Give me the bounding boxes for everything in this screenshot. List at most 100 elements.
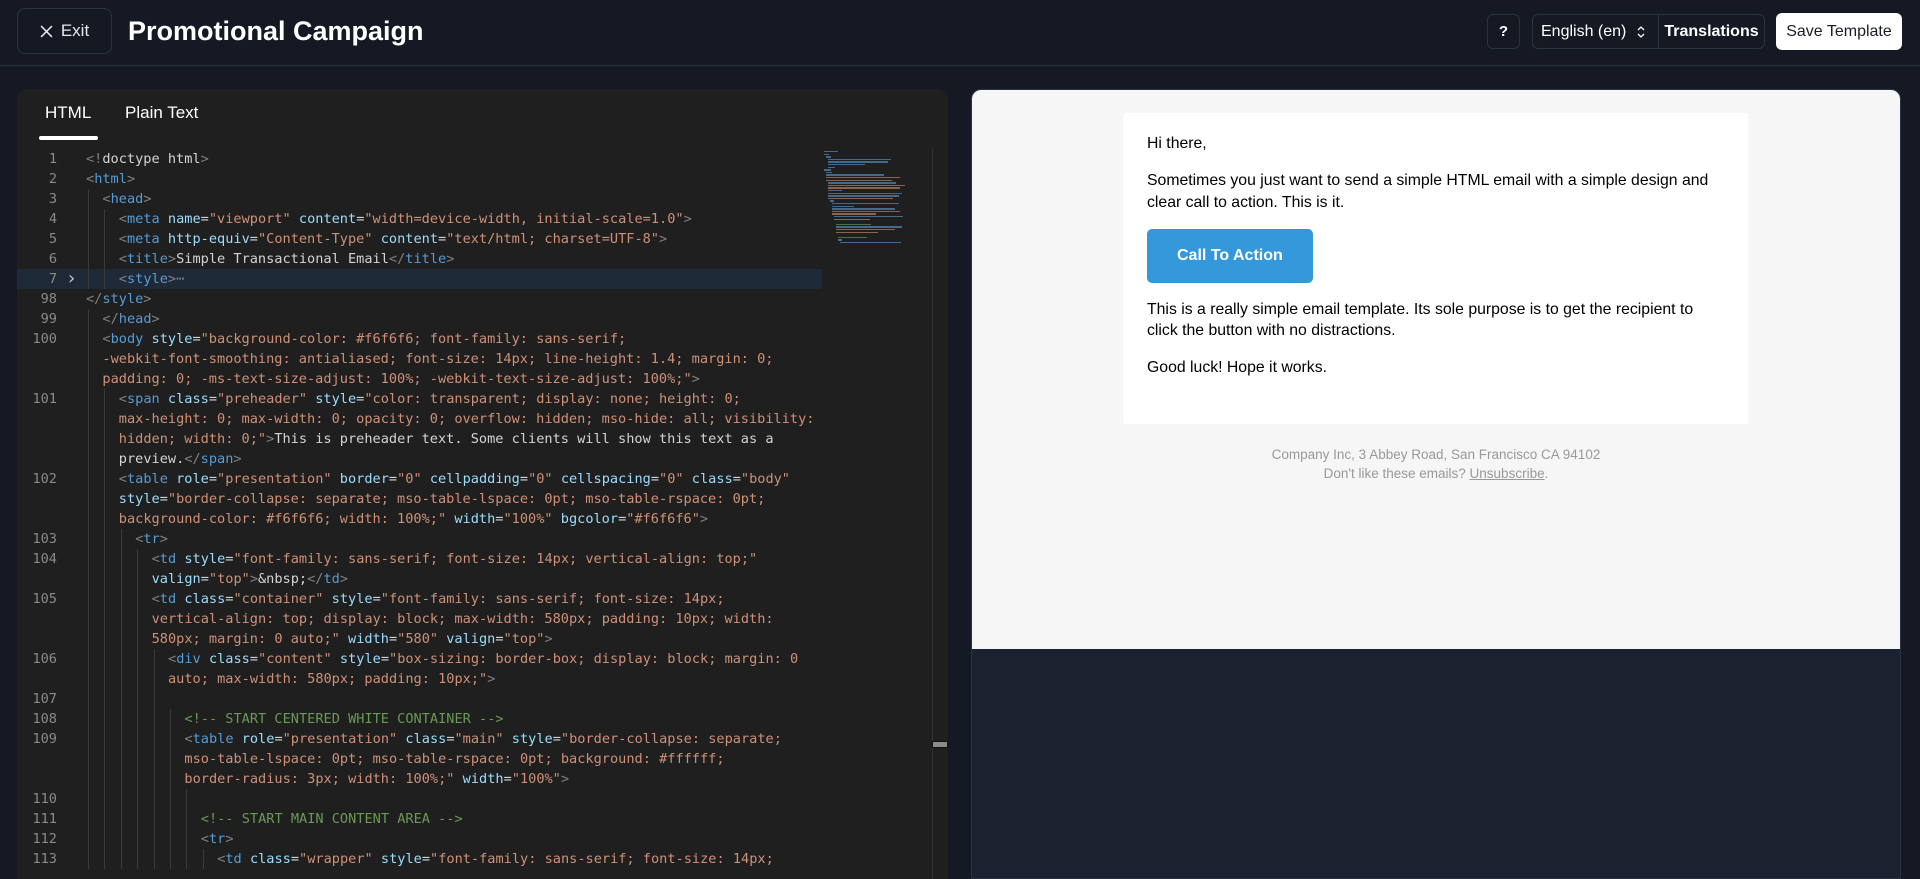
code-token: > [691, 371, 700, 387]
code-line[interactable]: 99 </head> [17, 309, 822, 329]
code-line[interactable]: preview.</span> [17, 449, 822, 469]
code-token: = [192, 331, 201, 347]
indent-guide [88, 489, 89, 509]
code-line[interactable]: max-height: 0; max-width: 0; opacity: 0;… [17, 409, 822, 429]
code-token: = [388, 471, 398, 487]
indent-guide [137, 689, 139, 709]
code-token: = [290, 851, 300, 867]
tab-html[interactable]: HTML [45, 103, 91, 123]
code-text: <td class="wrapper" style="font-family: … [217, 849, 774, 869]
indent-guide [88, 529, 89, 549]
code-token: < [102, 191, 111, 207]
minimap-line [824, 169, 832, 171]
minimap-line [828, 161, 889, 163]
code-line[interactable]: padding: 0; -ms-text-size-adjust: 100%; … [17, 369, 822, 389]
fold-chevron-icon[interactable]: › [66, 269, 78, 289]
save-template-button[interactable]: Save Template [1776, 13, 1902, 50]
code-token: td [159, 591, 177, 607]
language-select[interactable]: English (en) [1533, 15, 1659, 48]
scrollbar-track[interactable] [932, 149, 933, 879]
code-token: "viewport" [208, 211, 291, 227]
line-number: 6 [48, 251, 57, 267]
code-token: meta [126, 211, 160, 227]
code-text: <!-- START CENTERED WHITE CONTAINER --> [184, 709, 503, 729]
code-text: </style> [86, 289, 151, 309]
code-text: <table role="presentation" class="main" … [184, 729, 782, 749]
code-token: = [388, 631, 398, 647]
code-line[interactable]: 5 <meta http-equiv="Content-Type" content… [17, 229, 822, 249]
indent-guide [88, 189, 89, 209]
code-line[interactable]: 1 <!doctype html> [17, 149, 822, 169]
code-token: class [184, 591, 226, 607]
code-token: > [339, 571, 349, 587]
indent-guide [88, 469, 89, 489]
code-line[interactable]: 98 </style> [17, 289, 822, 309]
code-token: mso-table-lspace: 0pt; mso-table-rspace:… [184, 751, 725, 767]
code-token: "body" [740, 471, 790, 487]
translations-button[interactable]: Translations [1659, 15, 1764, 48]
code-line[interactable]: hidden; width: 0;">This is preheader tex… [17, 429, 822, 449]
code-line[interactable]: -webkit-font-smoothing: antialiased; fon… [17, 349, 822, 369]
indent-guide [88, 769, 89, 789]
code-line[interactable]: 3 <head> [17, 189, 822, 209]
active-tab-indicator [39, 136, 98, 140]
code-line[interactable]: 7 › <style>⋯ [17, 269, 822, 289]
indent-guide [104, 389, 106, 409]
tab-plain-text[interactable]: Plain Text [125, 103, 198, 123]
code-token: auto; max-width: 580px; padding: 10px;" [168, 671, 488, 687]
code-line[interactable]: 103 <tr> [17, 529, 822, 549]
code-line[interactable]: 4 <meta name="viewport" content="width=de… [17, 209, 822, 229]
code-text: <meta http-equiv="Content-Type" content=… [119, 229, 667, 249]
code-token: "presentation" [217, 471, 332, 487]
code-line[interactable]: 6 <title>Simple Transactional Email</titl… [17, 249, 822, 269]
scrollbar-thumb[interactable] [932, 741, 948, 748]
editor-tabs: HTML Plain Text [17, 89, 948, 141]
code-area[interactable]: 1 <!doctype html> 2 <html> 3 <head> 4 <meta nam… [17, 149, 822, 879]
code-token: < [168, 651, 177, 667]
indent-guide [104, 429, 106, 449]
code-token: style [118, 491, 160, 507]
indent-guide [104, 249, 106, 269]
line-number: 112 [32, 831, 57, 847]
minimap[interactable] [822, 149, 932, 879]
code-token: = [438, 231, 447, 247]
indent-guide [170, 789, 171, 809]
minimap-line [824, 151, 838, 153]
code-token: = [249, 651, 259, 667]
indent-guide [104, 729, 106, 749]
code-token: > [699, 511, 709, 527]
code-token: style [339, 651, 381, 667]
call-to-action-button[interactable]: Call To Action [1147, 228, 1313, 283]
code-line[interactable]: 2 <html> [17, 169, 822, 189]
unsubscribe-link[interactable]: Unsubscribe [1470, 466, 1545, 481]
code-token: </ [102, 311, 119, 327]
indent-guide [153, 769, 155, 789]
code-token: hidden; width: 0;" [118, 431, 267, 447]
code-text: <span class="preheader" style="color: tr… [119, 389, 741, 409]
code-token: < [118, 231, 127, 247]
code-token: td [159, 551, 177, 567]
code-token: < [151, 551, 160, 567]
code-line[interactable]: background-color: #f6f6f6; width: 100%;"… [17, 509, 822, 529]
indent-guide [88, 369, 89, 389]
indent-guide [120, 789, 122, 809]
line-number: 99 [40, 311, 57, 327]
code-token: = [200, 211, 209, 227]
code-token: < [118, 251, 127, 267]
code-line[interactable]: style="border-collapse: separate; mso-ta… [17, 489, 822, 509]
code-line[interactable]: 102 <table role="presentation" border="0"… [17, 469, 822, 489]
help-button[interactable]: ? [1487, 14, 1520, 49]
code-token: width [348, 631, 389, 647]
indent-guide [202, 849, 204, 869]
indent-guide [104, 709, 106, 729]
code-line[interactable]: 100 <body style="background-color: #f6f6f… [17, 329, 822, 349]
code-line[interactable]: 101 <span class="preheader" style="color:… [17, 389, 822, 409]
exit-button[interactable]: Exit [17, 8, 112, 54]
indent-guide [137, 569, 139, 589]
indent-guide [120, 849, 122, 869]
code-token: -webkit-font-smoothing: antialiased; fon… [102, 351, 774, 367]
indent-guide [104, 489, 106, 509]
